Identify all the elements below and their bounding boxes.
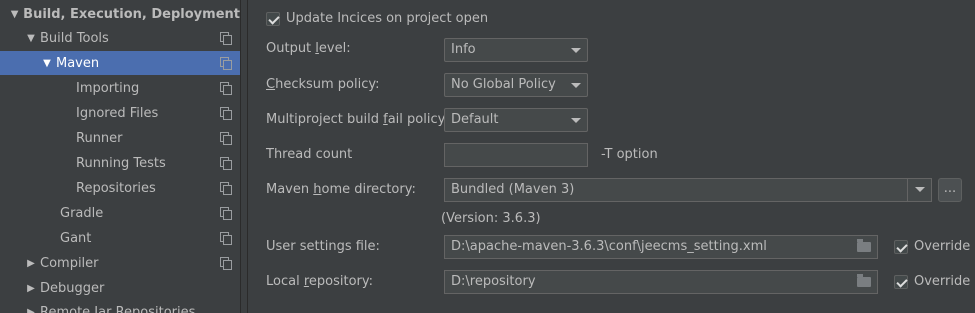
chevron-right-icon[interactable]: ▶ xyxy=(24,307,38,313)
fail-policy-label: Multiproject build fail policy: xyxy=(266,112,449,127)
checksum-policy-select[interactable]: No Global Policy xyxy=(444,73,588,97)
dropdown-arrow-icon xyxy=(571,83,581,88)
tree-item-label: Importing xyxy=(76,80,140,96)
tree-item-ignored-files[interactable]: Ignored Files xyxy=(0,101,240,125)
local-repository-label: Local repository: xyxy=(266,274,374,289)
local-repository-input[interactable]: D:\repository xyxy=(444,270,878,294)
local-repository-override-checkbox[interactable] xyxy=(894,274,908,289)
thread-count-input[interactable] xyxy=(444,143,588,167)
tree-item-label: Running Tests xyxy=(76,155,166,171)
settings-tree: ▼ Build, Execution, Deployment ▼ Build T… xyxy=(0,0,240,313)
update-indices-checkbox[interactable] xyxy=(266,11,280,26)
chevron-right-icon[interactable]: ▶ xyxy=(24,283,38,294)
tree-item-label: Remote Jar Repositories xyxy=(40,304,196,313)
local-repository-value: D:\repository xyxy=(451,274,536,289)
user-settings-override-checkbox[interactable] xyxy=(894,239,908,254)
dropdown-arrow-icon xyxy=(571,118,581,123)
tree-item-repositories[interactable]: Repositories xyxy=(0,176,240,200)
chevron-down-icon[interactable]: ▼ xyxy=(40,58,54,69)
tree-item-label: Repositories xyxy=(76,180,156,196)
tree-item-label: Runner xyxy=(76,130,123,146)
thread-count-suffix: -T option xyxy=(601,147,658,162)
chevron-down-icon[interactable]: ▼ xyxy=(24,33,38,44)
fail-policy-select[interactable]: Default xyxy=(444,108,588,132)
user-settings-value: D:\apache-maven-3.6.3\conf\jeecms_settin… xyxy=(451,239,767,254)
copy-icon xyxy=(220,107,232,120)
output-level-value: Info xyxy=(451,42,476,57)
tree-item-label: Debugger xyxy=(40,280,105,296)
maven-home-value: Bundled (Maven 3) xyxy=(451,182,575,197)
override-label: Override xyxy=(914,274,971,289)
tree-item-gant[interactable]: Gant xyxy=(0,226,240,250)
copy-icon xyxy=(220,82,232,95)
tree-item-label: Build, Execution, Deployment xyxy=(23,6,240,22)
user-settings-override[interactable]: Override xyxy=(894,239,970,254)
checksum-policy-label: Checksum policy: xyxy=(266,77,380,92)
user-settings-label: User settings file: xyxy=(266,239,380,254)
maven-settings-panel: Update Incices on project open Output le… xyxy=(249,0,975,313)
tree-item-label: Ignored Files xyxy=(76,105,159,121)
folder-icon[interactable] xyxy=(857,274,871,287)
copy-icon xyxy=(220,57,232,70)
override-label: Override xyxy=(914,239,971,254)
tree-item-compiler[interactable]: ▶ Compiler xyxy=(0,251,240,275)
tree-item-debugger[interactable]: ▶ Debugger xyxy=(0,276,240,300)
tree-item-running-tests[interactable]: Running Tests xyxy=(0,151,240,175)
tree-item-importing[interactable]: Importing xyxy=(0,76,240,100)
tree-item-gradle[interactable]: Gradle xyxy=(0,201,240,225)
chevron-down-icon[interactable]: ▼ xyxy=(8,9,21,20)
copy-icon xyxy=(220,207,232,220)
dropdown-arrow-icon xyxy=(571,48,581,53)
maven-home-browse-button[interactable]: ... xyxy=(938,178,962,202)
update-indices-option[interactable]: Update Incices on project open xyxy=(266,11,488,26)
user-settings-input[interactable]: D:\apache-maven-3.6.3\conf\jeecms_settin… xyxy=(444,235,878,259)
update-indices-label: Update Incices on project open xyxy=(286,11,489,26)
thread-count-label: Thread count xyxy=(266,147,353,162)
output-level-label: Output level: xyxy=(266,41,351,56)
copy-icon xyxy=(220,257,232,270)
local-repository-override[interactable]: Override xyxy=(894,274,970,289)
copy-icon xyxy=(220,182,232,195)
tree-item-label: Gradle xyxy=(60,205,104,221)
fail-policy-value: Default xyxy=(451,112,499,127)
copy-icon xyxy=(220,32,232,45)
splitter[interactable] xyxy=(240,0,248,313)
tree-item-build-tools[interactable]: ▼ Build Tools xyxy=(0,26,240,50)
output-level-select[interactable]: Info xyxy=(444,38,588,62)
tree-item-build-execution-deployment[interactable]: ▼ Build, Execution, Deployment xyxy=(0,2,240,26)
maven-home-select[interactable]: Bundled (Maven 3) xyxy=(444,178,932,202)
tree-item-label: Gant xyxy=(60,230,92,246)
tree-item-runner[interactable]: Runner xyxy=(0,126,240,150)
tree-item-label: Build Tools xyxy=(40,30,109,46)
dropdown-arrow-icon xyxy=(915,187,925,192)
maven-home-label: Maven home directory: xyxy=(266,182,416,197)
chevron-right-icon[interactable]: ▶ xyxy=(24,258,38,269)
tree-item-maven[interactable]: ▼ Maven xyxy=(0,51,240,75)
tree-item-label: Maven xyxy=(56,55,100,71)
tree-item-remote-jar-repositories[interactable]: ▶ Remote Jar Repositories xyxy=(0,300,240,313)
tree-item-label: Compiler xyxy=(40,255,99,271)
maven-home-dropdown-button[interactable] xyxy=(907,178,931,202)
copy-icon xyxy=(220,157,232,170)
copy-icon xyxy=(220,232,232,245)
copy-icon xyxy=(220,132,232,145)
checksum-policy-value: No Global Policy xyxy=(451,77,556,92)
maven-version-text: (Version: 3.6.3) xyxy=(441,211,541,226)
folder-icon[interactable] xyxy=(857,239,871,252)
